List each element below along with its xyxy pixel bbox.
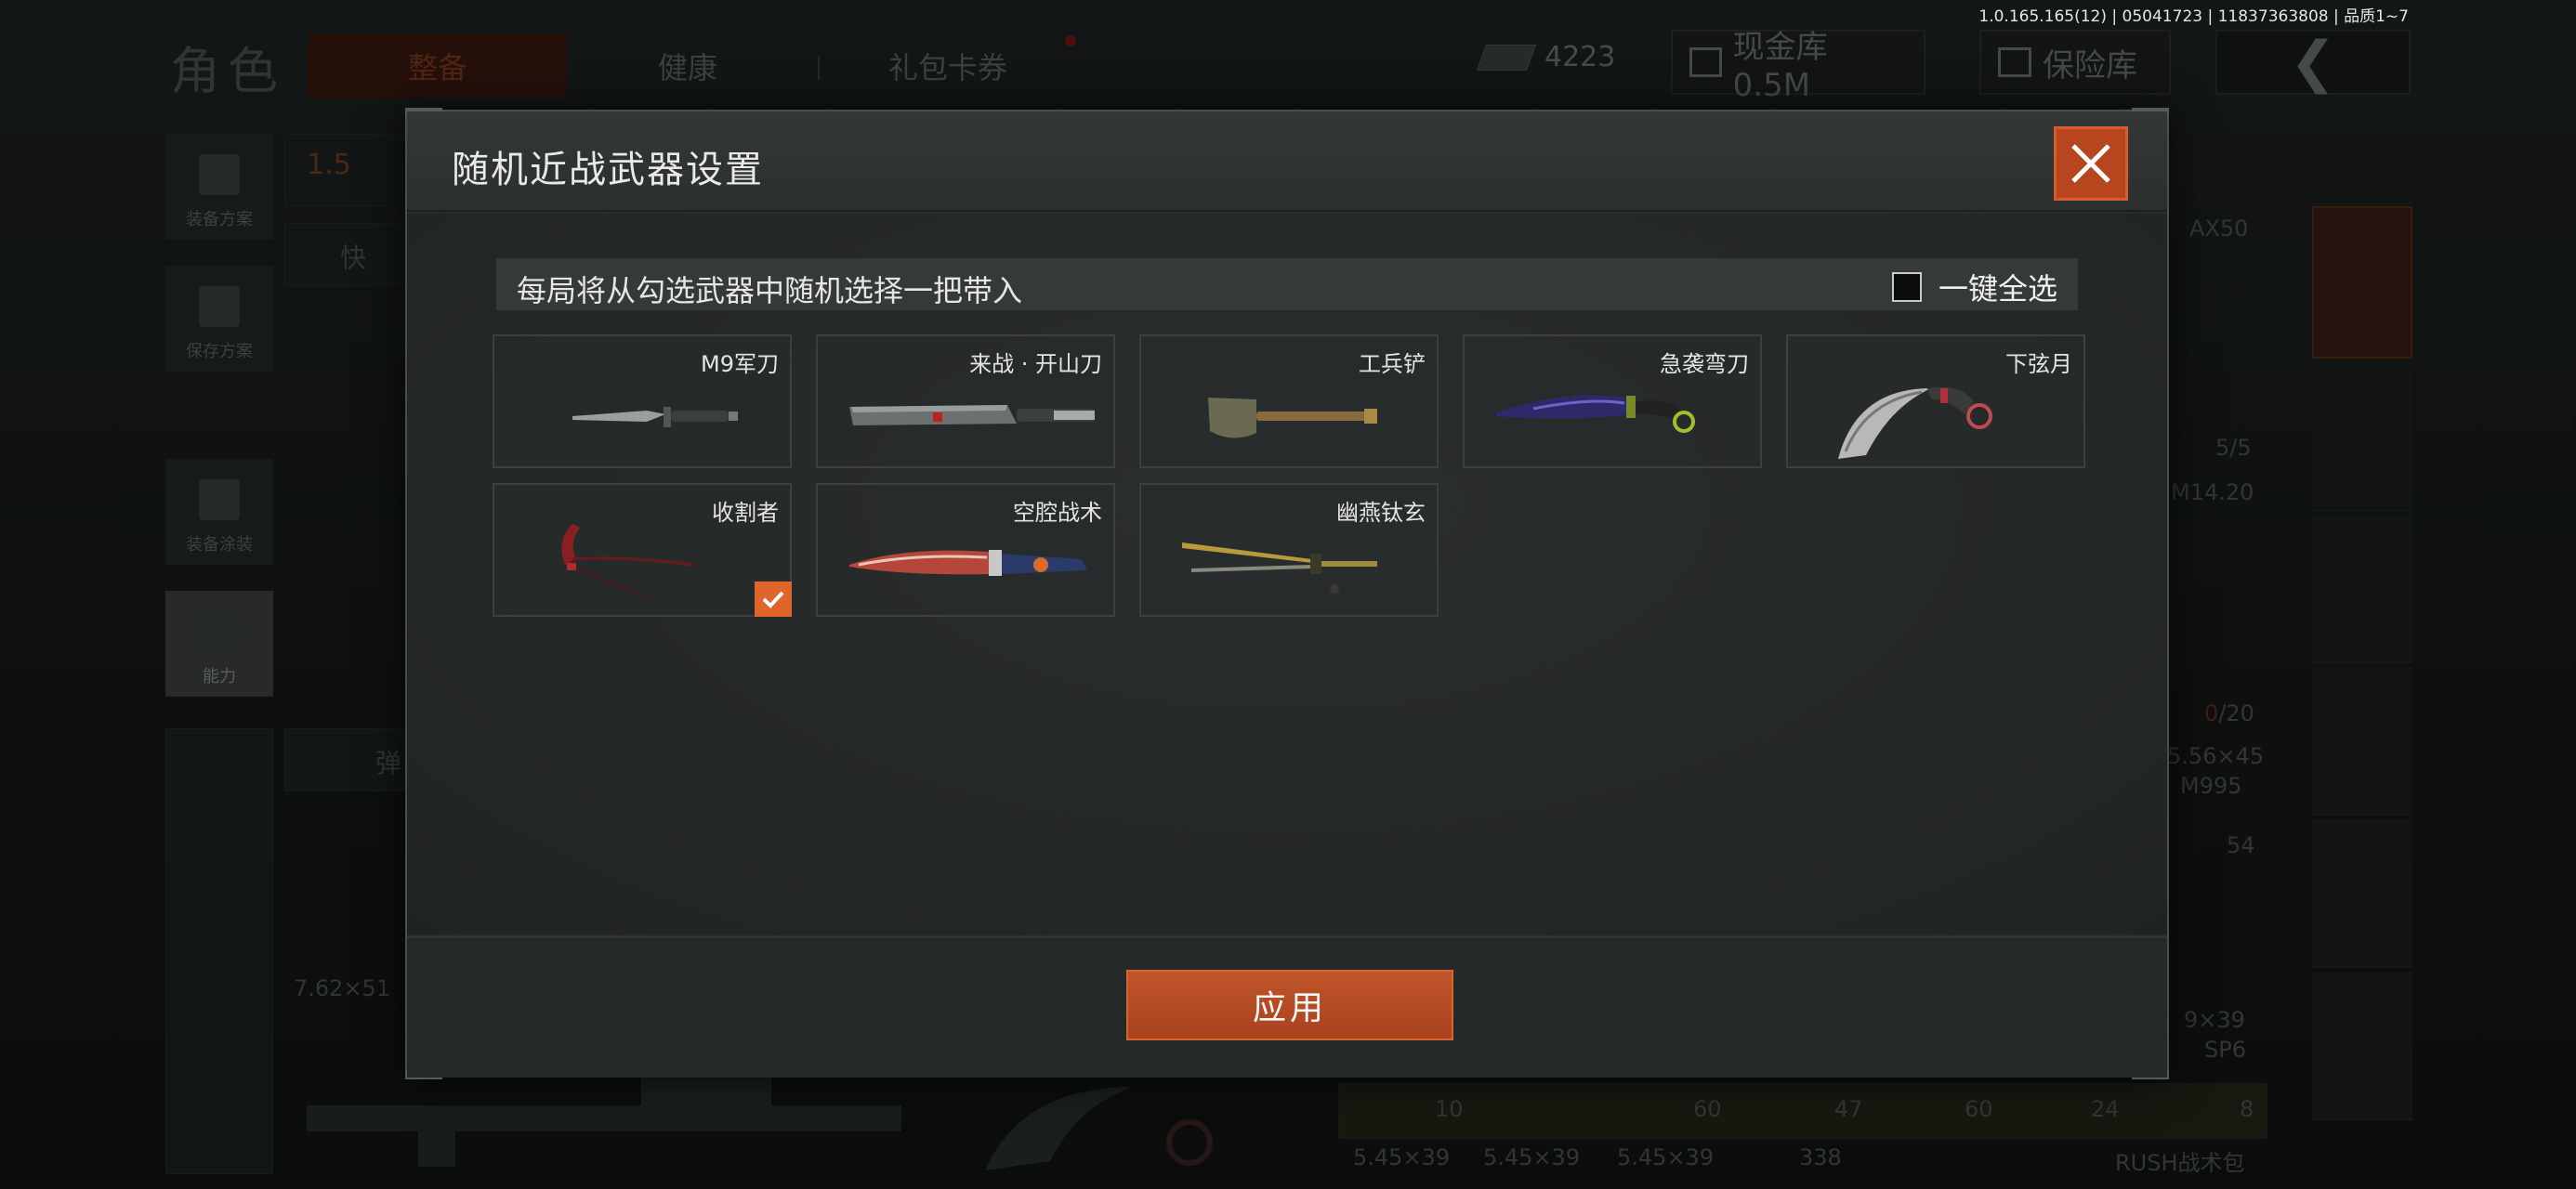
shovel-icon xyxy=(1208,398,1377,438)
checkmark-icon xyxy=(762,591,784,608)
bayonet-knife-icon xyxy=(572,407,738,427)
weapon-card-cavity-tactical[interactable]: 空腔战术 xyxy=(816,483,1115,617)
curved-knife-icon xyxy=(1496,395,1695,433)
weapon-card-shovel[interactable]: 工兵铲 xyxy=(1139,334,1439,468)
apply-button[interactable]: 应用 xyxy=(1126,970,1453,1040)
weapon-card-crescent[interactable]: 下弦月 xyxy=(1786,334,2085,468)
machete-icon xyxy=(849,405,1095,425)
dialog-header: 随机近战武器设置 xyxy=(407,111,2167,212)
select-all-label: 一键全选 xyxy=(1938,271,2057,307)
close-icon xyxy=(2071,144,2110,183)
dialog-footer: 应用 xyxy=(407,936,2167,1078)
close-button[interactable] xyxy=(2054,126,2128,201)
select-all-checkbox[interactable] xyxy=(1891,272,1922,302)
select-all-toggle[interactable]: 一键全选 xyxy=(1891,266,2057,308)
scythe-icon xyxy=(561,524,694,598)
weapon-card-youyan-titanium[interactable]: 幽燕钛玄 xyxy=(1139,483,1439,617)
dialog-title: 随机近战武器设置 xyxy=(452,149,764,191)
weapon-card-machete[interactable]: 来战 · 开山刀 xyxy=(816,334,1115,468)
tactical-blade-icon xyxy=(849,550,1087,576)
instruction-bar: 每局将从勾选武器中随机选择一把带入 一键全选 xyxy=(496,258,2078,310)
karambit-icon xyxy=(1838,386,1992,459)
dialog-body: 每局将从勾选武器中随机选择一把带入 一键全选 M9军刀 来战 · 开山刀 工兵铲… xyxy=(407,214,2167,934)
version-text: 1.0.165.165(12) | 05041723 | 11837363808… xyxy=(1978,7,2409,26)
weapon-card-raid-machete[interactable]: 急袭弯刀 xyxy=(1463,334,1762,468)
weapon-card-reaper[interactable]: 收割者 xyxy=(493,483,792,617)
weapon-card-m9[interactable]: M9军刀 xyxy=(493,334,792,468)
twin-blade-icon xyxy=(1182,542,1377,598)
instruction-text: 每局将从勾选武器中随机选择一把带入 xyxy=(517,273,1023,308)
checked-badge xyxy=(755,581,792,617)
random-melee-settings-dialog: 随机近战武器设置 每局将从勾选武器中随机选择一把带入 一键全选 M9军刀 来战 … xyxy=(405,108,2169,1079)
